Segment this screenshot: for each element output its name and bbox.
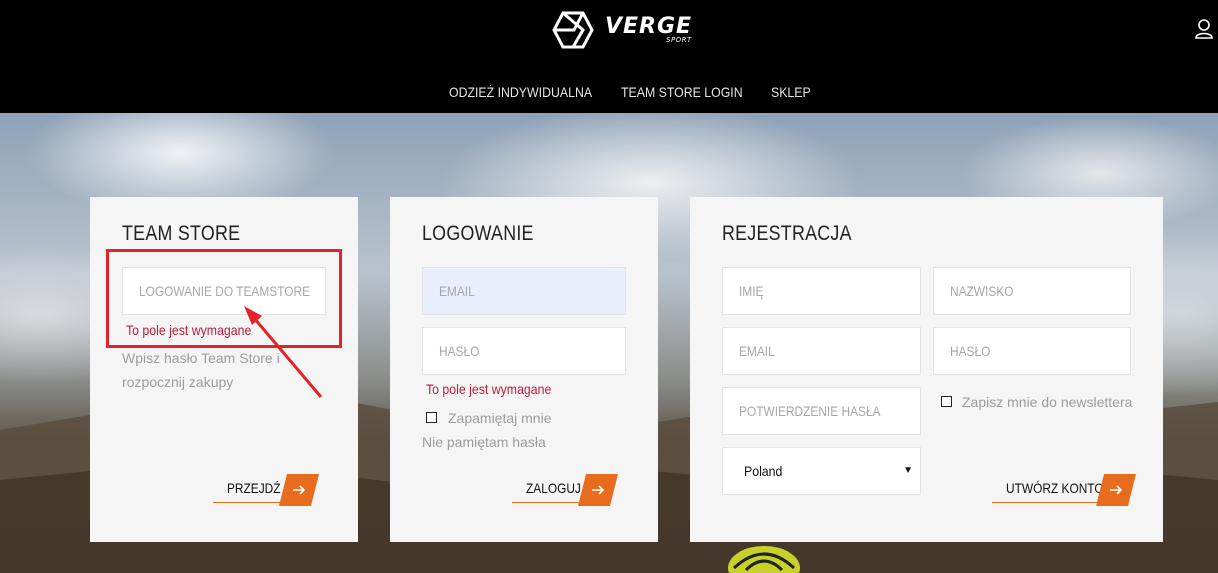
team-store-help-2: rozpocznij zakupy (122, 374, 234, 390)
forgot-password-link[interactable]: Nie pamiętam hasła (422, 434, 546, 450)
register-password-input[interactable]: HASŁO (933, 327, 1131, 375)
arrow-right-icon (1096, 474, 1136, 506)
zaloguj-button[interactable]: ZALOGUJ (512, 474, 620, 506)
last-name-input[interactable]: NAZWISKO (933, 267, 1131, 315)
team-store-help-1: Wpisz hasło Team Store i (122, 350, 280, 366)
login-password-input[interactable]: HASŁO (422, 327, 626, 375)
arrow-right-icon (578, 474, 618, 506)
team-store-title: TEAM STORE (122, 222, 241, 245)
chevron-down-icon: ▼ (903, 465, 913, 476)
newsletter-label[interactable]: Zapisz mnie do newslettera (962, 394, 1132, 410)
remember-me-label[interactable]: Zapamiętaj mnie (448, 410, 552, 426)
create-account-button[interactable]: UTWÓRZ KONTO (992, 474, 1137, 506)
login-error: To pole jest wymagane (426, 381, 552, 397)
nav-item-sklep[interactable]: SKLEP (771, 84, 811, 100)
country-select[interactable]: Poland ▼ (722, 447, 921, 495)
newsletter-checkbox[interactable] (941, 396, 952, 407)
annotation-highlight-box (106, 249, 342, 348)
przejdz-button[interactable]: PRZEJDŹ (213, 474, 319, 506)
nav-item-odziez[interactable]: ODZIEŻ INDYWIDUALNA (449, 84, 592, 100)
nav-item-team-store-login[interactable]: TEAM STORE LOGIN (621, 84, 743, 100)
helmet-image (728, 546, 800, 573)
top-bar: VERGE SPORT ODZIEŻ INDYWIDUALNA TEAM STO… (0, 0, 1218, 113)
register-email-input[interactable]: EMAIL (722, 327, 921, 375)
password-confirm-input[interactable]: POTWIERDZENIE HASŁA (722, 387, 921, 435)
first-name-input[interactable]: IMIĘ (722, 267, 921, 315)
arrow-right-icon (279, 474, 319, 506)
login-email-input[interactable]: EMAIL (422, 267, 626, 315)
brand-sub: SPORT (666, 36, 692, 44)
register-title: REJESTRACJA (722, 222, 852, 245)
remember-me-checkbox[interactable] (426, 412, 437, 423)
login-title: LOGOWANIE (422, 222, 534, 245)
user-icon[interactable] (1194, 18, 1214, 40)
